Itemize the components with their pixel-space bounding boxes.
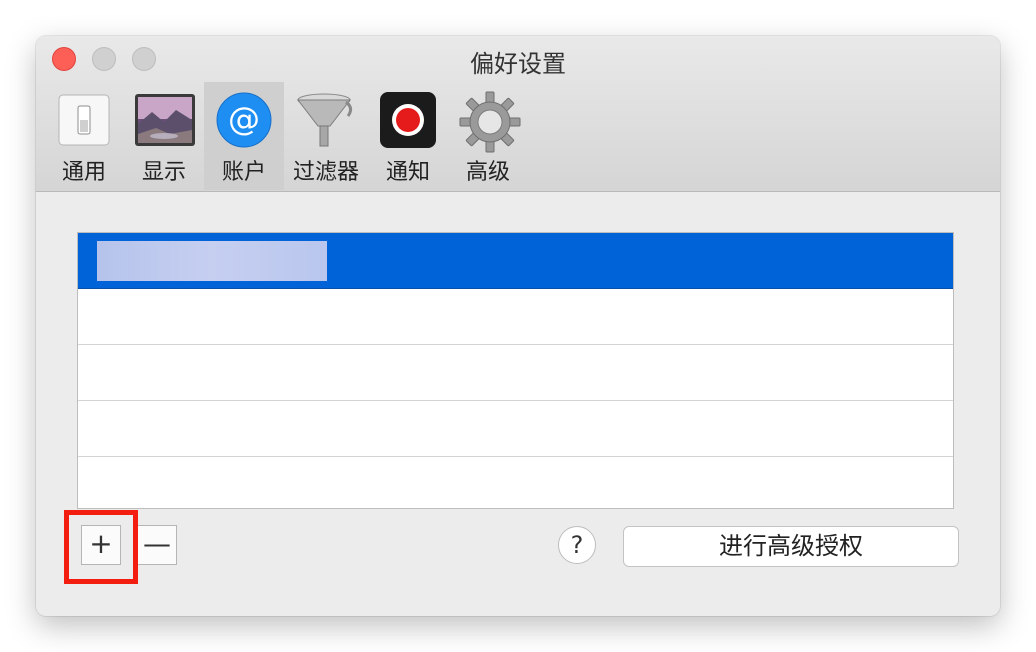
tab-filters[interactable]: 过滤器: [284, 82, 368, 190]
tab-filters-label: 过滤器: [292, 160, 359, 185]
window-title: 偏好设置: [470, 50, 566, 78]
toolbar: 偏好设置 通用 显示 @ 账户 过滤器 通知 高级: [36, 36, 1000, 192]
tab-accounts[interactable]: @ 账户: [204, 82, 284, 190]
remove-account-button[interactable]: —: [137, 525, 177, 565]
account-row[interactable]: [78, 289, 953, 345]
account-row[interactable]: [78, 457, 953, 508]
record-notification-icon: [378, 90, 438, 150]
highlight-box: [64, 510, 138, 584]
advanced-authorization-button[interactable]: 进行高级授权: [623, 526, 959, 567]
at-sign-icon: @: [214, 90, 274, 150]
funnel-icon: [296, 90, 356, 150]
tab-notifications[interactable]: 通知: [368, 82, 448, 190]
tab-general[interactable]: 通用: [44, 82, 124, 190]
tab-advanced-label: 高级: [465, 160, 510, 185]
gear-icon: [458, 90, 521, 153]
tab-notifications-label: 通知: [385, 160, 430, 185]
tab-accounts-label: 账户: [221, 160, 266, 185]
account-row[interactable]: [78, 401, 953, 457]
general-switch-icon: [54, 90, 114, 150]
help-button[interactable]: ?: [558, 526, 596, 564]
tab-display-label: 显示: [141, 160, 186, 185]
svg-text:@: @: [228, 100, 260, 138]
tab-general-label: 通用: [61, 160, 106, 185]
tab-display[interactable]: 显示: [124, 82, 204, 190]
account-list[interactable]: [77, 232, 954, 509]
redacted-account-name: [97, 241, 327, 281]
preferences-window: 偏好设置 通用 显示 @ 账户 过滤器 通知 高级 + — ? 进行高级授权: [36, 36, 1000, 616]
account-row[interactable]: [78, 233, 953, 289]
tab-advanced[interactable]: 高级: [448, 82, 528, 190]
display-landscape-icon: [134, 90, 195, 150]
account-row[interactable]: [78, 345, 953, 401]
